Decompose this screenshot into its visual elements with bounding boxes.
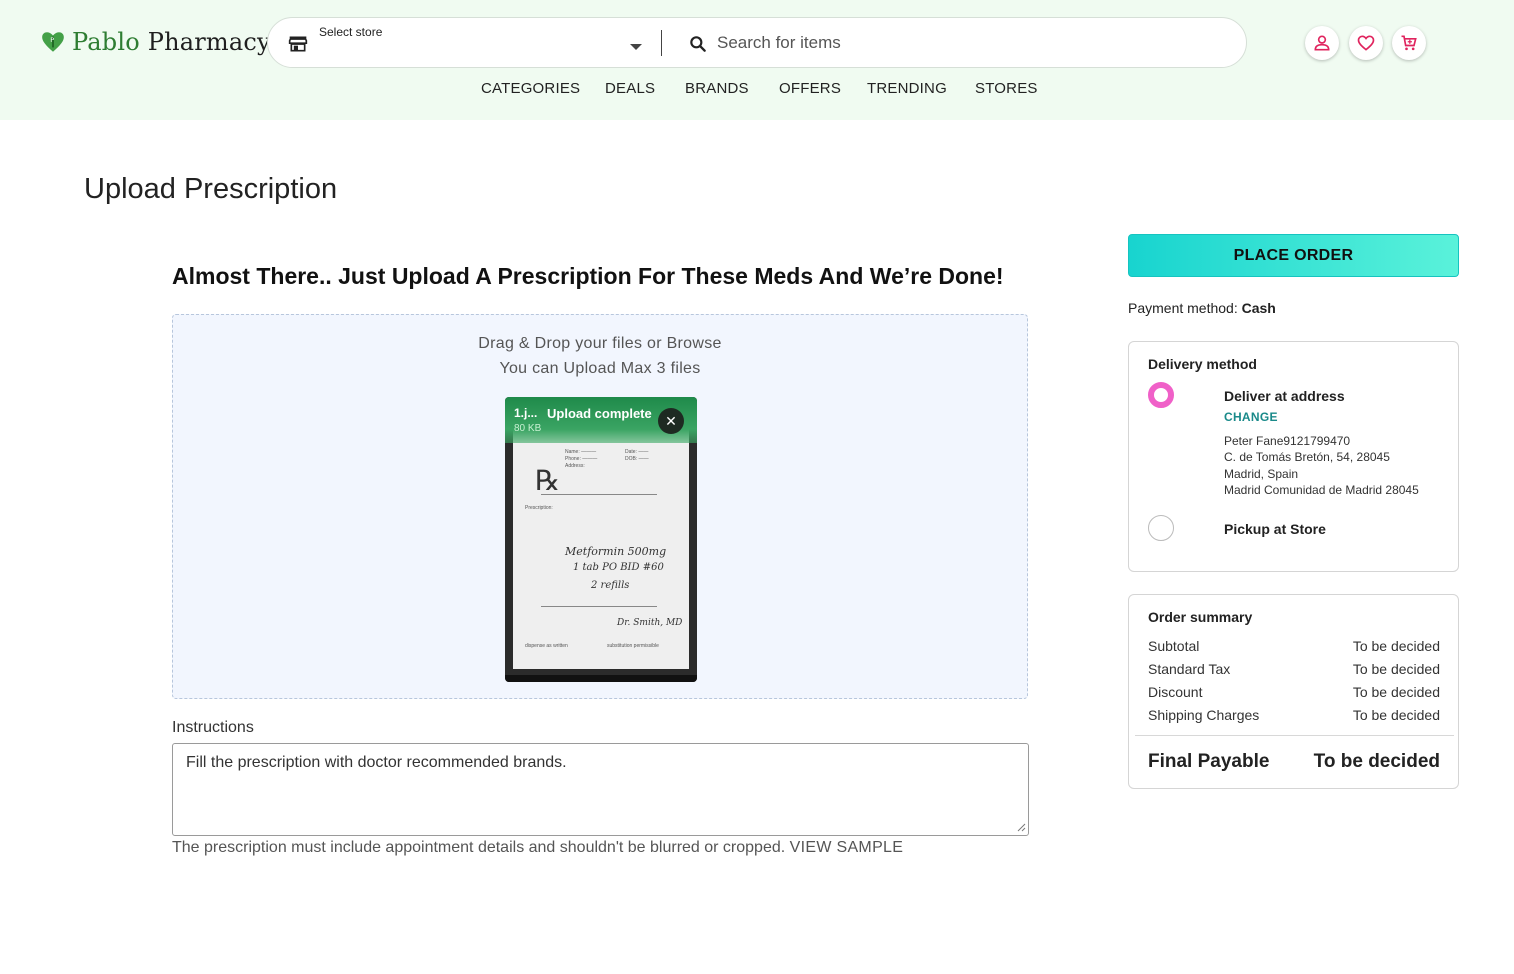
nav-item-trending[interactable]: TRENDING: [867, 80, 947, 97]
prescription-image: ℞ Name: ——— Phone: ——— Address: Date: ——…: [513, 419, 689, 669]
account-button[interactable]: [1305, 26, 1339, 60]
instructions-label: Instructions: [172, 719, 254, 736]
address-line: Madrid, Spain: [1224, 467, 1299, 481]
nav-item-categories[interactable]: CATEGORIES: [481, 80, 580, 97]
delivery-method-title: Delivery method: [1148, 356, 1257, 372]
delivery-method-card: Delivery method Deliver at address CHANG…: [1128, 341, 1459, 572]
close-icon[interactable]: ✕: [658, 408, 684, 434]
store-select-label[interactable]: Select store: [319, 25, 382, 39]
page-title: Upload Prescription: [84, 173, 338, 205]
summary-row-discount: Discount To be decided: [1148, 684, 1440, 700]
address-line: Madrid Comunidad de Madrid 28045: [1224, 483, 1419, 497]
main-nav: CATEGORIES DEALS BRANDS OFFERS TRENDING …: [0, 80, 1514, 100]
search-bar: Select store: [267, 17, 1247, 68]
radio-deliver-at-address[interactable]: [1148, 382, 1174, 408]
instructions-textarea[interactable]: Fill the prescription with doctor recomm…: [172, 743, 1029, 836]
divider: [1135, 735, 1454, 736]
leaf-heart-icon: P: [42, 32, 64, 52]
dropzone-instructions[interactable]: Drag & Drop your files or Browse: [173, 335, 1027, 353]
nav-item-deals[interactable]: DEALS: [605, 80, 655, 97]
address-line: Peter Fane9121799470: [1224, 434, 1351, 448]
divider: [661, 30, 662, 56]
order-summary-card: Order summary Subtotal To be decided Sta…: [1128, 594, 1459, 789]
resize-handle-icon[interactable]: [1016, 822, 1026, 832]
summary-row-tax: Standard Tax To be decided: [1148, 661, 1440, 677]
logo-text: Pablo Pharmacy: [72, 28, 271, 56]
final-payable-row: Final Payable To be decided: [1148, 751, 1440, 772]
change-address-link[interactable]: CHANGE: [1224, 410, 1278, 424]
nav-item-offers[interactable]: OFFERS: [779, 80, 841, 97]
view-sample-link[interactable]: VIEW SAMPLE: [790, 839, 904, 856]
svg-text:P: P: [50, 36, 54, 44]
logo[interactable]: P Pablo Pharmacy: [40, 28, 271, 56]
uploaded-file-preview: ℞ Name: ——— Phone: ——— Address: Date: ——…: [505, 397, 697, 682]
cart-icon: [1401, 35, 1417, 51]
deliver-at-address-label[interactable]: Deliver at address: [1224, 388, 1345, 404]
upload-subtitle: Almost There.. Just Upload A Prescriptio…: [172, 263, 1004, 289]
order-summary-title: Order summary: [1148, 609, 1253, 625]
search-icon[interactable]: [688, 34, 708, 54]
rx-symbol: ℞: [535, 464, 561, 497]
dropzone-limit-text: You can Upload Max 3 files: [499, 360, 701, 377]
address-line: C. de Tomás Bretón, 54, 28045: [1224, 450, 1390, 464]
radio-pickup-at-store[interactable]: [1148, 515, 1174, 541]
cart-button[interactable]: [1392, 26, 1426, 60]
summary-row-subtotal: Subtotal To be decided: [1148, 638, 1440, 654]
nav-item-brands[interactable]: BRANDS: [685, 80, 749, 97]
place-order-button[interactable]: PLACE ORDER: [1128, 234, 1459, 277]
site-header: P Pablo Pharmacy Select store Search for…: [0, 0, 1514, 120]
prescription-note: The prescription must include appointmen…: [172, 839, 904, 856]
chevron-down-icon[interactable]: [630, 44, 642, 50]
upload-status: Upload complete: [547, 406, 652, 421]
wishlist-button[interactable]: [1349, 26, 1383, 60]
heart-icon: [1357, 35, 1375, 51]
search-input[interactable]: [717, 30, 1217, 56]
file-dropzone[interactable]: Drag & Drop your files or Browse You can…: [172, 314, 1028, 699]
pickup-at-store-label[interactable]: Pickup at Store: [1224, 521, 1326, 537]
nav-item-stores[interactable]: STORES: [975, 80, 1038, 97]
payment-method: Payment method: Cash: [1128, 300, 1276, 316]
summary-row-shipping: Shipping Charges To be decided: [1148, 707, 1440, 723]
upload-filesize: 80 KB: [514, 423, 542, 434]
account-icon: [1314, 35, 1330, 51]
store-icon[interactable]: [288, 34, 308, 54]
upload-filename: 1.j...: [514, 406, 538, 420]
